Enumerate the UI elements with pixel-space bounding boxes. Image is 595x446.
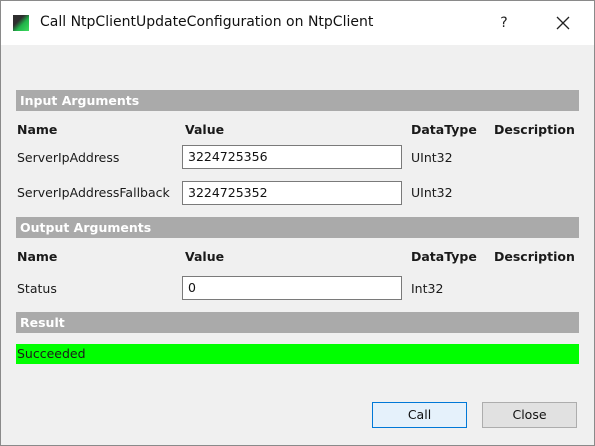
result-header: Result	[16, 312, 579, 333]
output-col-value: Value	[185, 249, 225, 264]
output-col-description: Description	[494, 249, 575, 264]
input-col-name: Name	[17, 122, 58, 137]
output-row-datatype: Int32	[411, 281, 444, 296]
help-button[interactable]: ?	[489, 10, 519, 36]
status-output-field[interactable]: 0	[182, 276, 402, 300]
input-col-value: Value	[185, 122, 225, 137]
dialog-window: Call NtpClientUpdateConfiguration on Ntp…	[0, 0, 595, 446]
call-button[interactable]: Call	[372, 402, 467, 428]
input-row-name: ServerIpAddressFallback	[17, 185, 170, 200]
title-bar[interactable]: Call NtpClientUpdateConfiguration on Ntp…	[1, 1, 594, 45]
result-status: Succeeded	[16, 344, 579, 364]
close-button[interactable]: Close	[482, 402, 577, 428]
window-title: Call NtpClientUpdateConfiguration on Ntp…	[40, 14, 374, 30]
input-arguments-header: Input Arguments	[16, 90, 579, 111]
input-col-description: Description	[494, 122, 575, 137]
output-arguments-header: Output Arguments	[16, 217, 579, 238]
input-row-name: ServerIpAddress	[17, 150, 120, 165]
output-col-datatype: DataType	[411, 249, 477, 264]
server-ip-address-input[interactable]: 3224725356	[182, 145, 402, 169]
app-icon	[13, 15, 29, 31]
close-icon	[556, 16, 570, 30]
output-col-name: Name	[17, 249, 58, 264]
server-ip-address-fallback-input[interactable]: 3224725352	[182, 181, 402, 205]
input-col-datatype: DataType	[411, 122, 477, 137]
input-row-datatype: UInt32	[411, 185, 453, 200]
output-row-name: Status	[17, 281, 57, 296]
input-row-datatype: UInt32	[411, 150, 453, 165]
close-window-button[interactable]	[546, 10, 580, 36]
